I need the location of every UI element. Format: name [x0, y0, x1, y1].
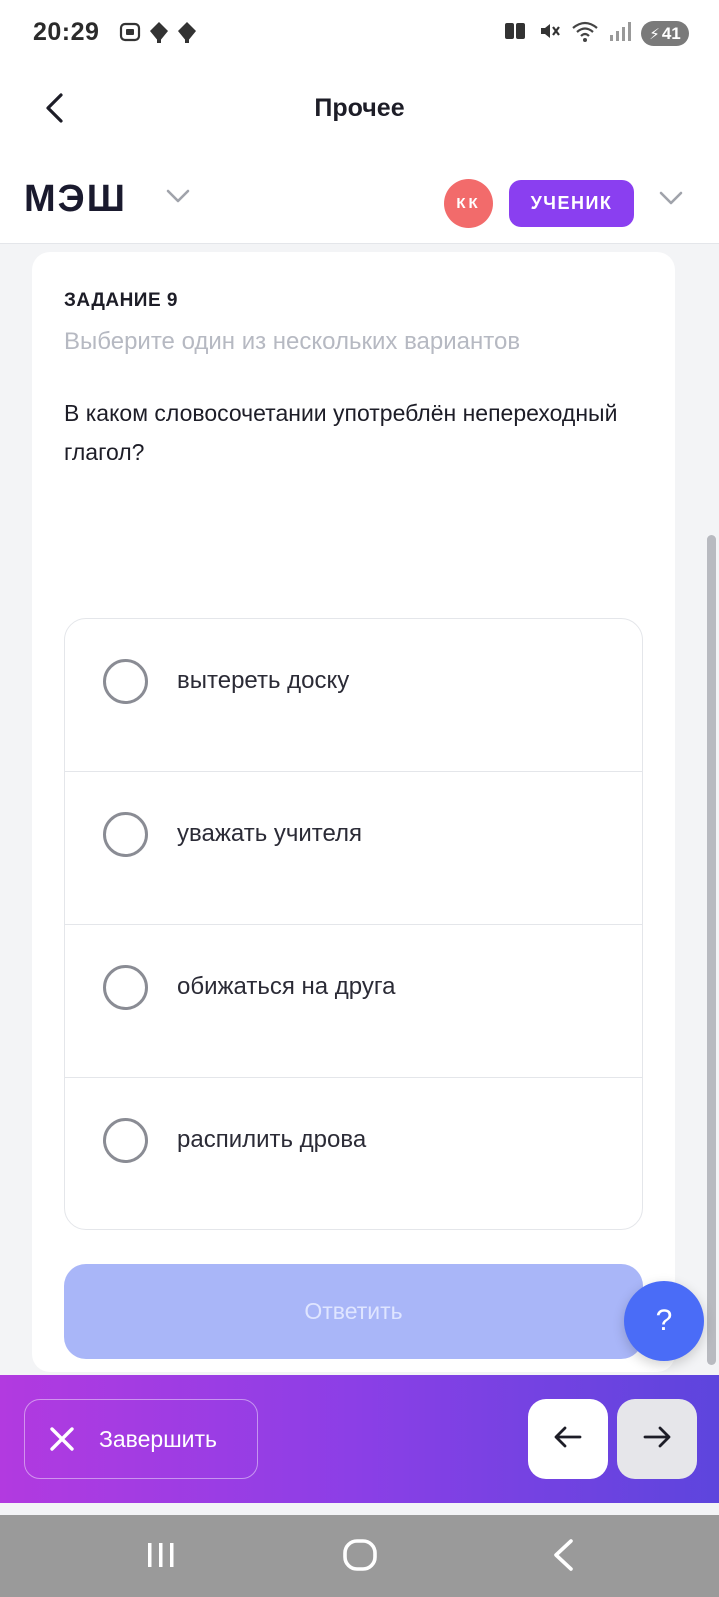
next-task-button[interactable] — [617, 1399, 697, 1479]
option-label: обижаться на друга — [177, 973, 396, 1000]
help-icon: ? — [655, 1304, 673, 1337]
help-button[interactable]: ? — [624, 1281, 704, 1361]
role-badge[interactable]: УЧЕНИК — [509, 180, 634, 227]
system-back-button[interactable] — [538, 1535, 588, 1579]
status-left-icons — [118, 20, 198, 49]
screenshot-icon — [118, 20, 142, 49]
title-bar: Прочее — [0, 64, 719, 156]
answer-options: вытереть доску уважать учителя обижаться… — [64, 618, 643, 1230]
option-label: вытереть доску — [177, 667, 350, 694]
answer-option[interactable]: обижаться на друга — [65, 925, 642, 1078]
avatar[interactable]: КК — [444, 179, 493, 228]
mute-icon — [537, 19, 561, 48]
radio-button[interactable] — [103, 1118, 148, 1163]
arrow-left-icon — [553, 1425, 583, 1454]
answer-option[interactable]: распилить дрова — [65, 1078, 642, 1229]
app-header: МЭШ КК УЧЕНИК — [0, 156, 719, 244]
home-icon — [341, 1537, 379, 1578]
radio-button[interactable] — [103, 812, 148, 857]
signal-icon — [609, 20, 631, 47]
task-number: ЗАДАНИЕ 9 — [64, 290, 178, 311]
chevron-down-icon[interactable] — [165, 186, 191, 211]
option-label: распилить дрова — [177, 1126, 367, 1153]
battery-indicator: ⚡ 41 — [641, 21, 689, 46]
status-time: 20:29 — [33, 18, 100, 46]
close-icon — [47, 1424, 77, 1459]
chevron-left-icon — [549, 1537, 577, 1578]
previous-task-button[interactable] — [528, 1399, 608, 1479]
finish-button[interactable]: Завершить — [24, 1399, 258, 1479]
task-hint: Выберите один из нескольких вариантов — [64, 328, 521, 355]
answer-option[interactable]: вытереть доску — [65, 619, 642, 772]
chevron-down-icon[interactable] — [658, 188, 684, 213]
answer-button[interactable]: Ответить — [64, 1264, 643, 1359]
recent-apps-button[interactable] — [136, 1535, 186, 1579]
task-card: ЗАДАНИЕ 9 Выберите один из нескольких ва… — [32, 252, 675, 1372]
notification-icon — [148, 20, 170, 49]
notification-icon — [176, 20, 198, 49]
recent-apps-icon — [144, 1539, 178, 1576]
book-icon — [503, 20, 527, 47]
scrollbar[interactable] — [707, 535, 716, 1365]
system-nav-bar — [0, 1515, 719, 1597]
page-title: Прочее — [314, 94, 405, 122]
battery-bolt-icon: ⚡ — [649, 25, 660, 43]
action-bar: Завершить — [0, 1375, 719, 1503]
answer-option[interactable]: уважать учителя — [65, 772, 642, 925]
task-question: В каком словосочетании употреблён непере… — [64, 400, 618, 465]
status-bar: 20:29 ⚡ 41 — [0, 0, 719, 64]
radio-button[interactable] — [103, 965, 148, 1010]
finish-label: Завершить — [99, 1426, 218, 1452]
battery-level: 41 — [661, 23, 681, 43]
wifi-icon — [571, 19, 599, 48]
option-label: уважать учителя — [177, 820, 363, 847]
home-button[interactable] — [335, 1535, 385, 1579]
brand-logo[interactable]: МЭШ — [24, 178, 127, 221]
status-right-icons: ⚡ 41 — [503, 19, 689, 48]
arrow-right-icon — [642, 1425, 672, 1454]
radio-button[interactable] — [103, 659, 148, 704]
